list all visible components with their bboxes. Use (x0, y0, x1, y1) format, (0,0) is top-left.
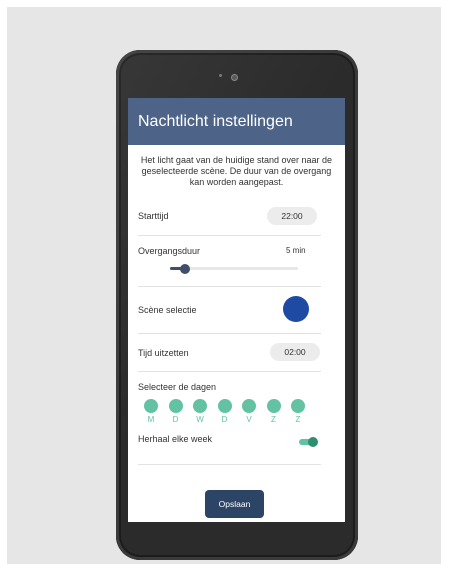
day-label-4: V (246, 415, 252, 424)
start-time-picker[interactable]: 22:00 (267, 207, 317, 225)
day-label-5: Z (271, 415, 276, 424)
day-label-3: D (221, 415, 228, 424)
save-button[interactable]: Opslaan (205, 490, 264, 518)
repeat-toggle-knob[interactable] (308, 437, 318, 447)
day-toggle-4[interactable] (242, 399, 256, 413)
days-row: Selecteer de dagen M D W D V Z Z Herhaal elke … (138, 372, 321, 465)
day-selector: MDWDVZZ (144, 399, 314, 429)
day-label-2: W (196, 415, 204, 424)
day-toggle-5[interactable] (266, 399, 281, 413)
day-toggle-6[interactable] (291, 399, 305, 413)
off-time-row: Tijd uitzetten 02:00 (138, 334, 321, 372)
sensor-icon (219, 74, 222, 77)
camera-icon (231, 74, 238, 81)
transition-label: Overgangsduur (138, 246, 201, 256)
day-label-1: D (172, 415, 179, 424)
repeat-label: Herhaal elke week (138, 434, 213, 444)
off-time-label: Tijd uitzetten (138, 348, 189, 358)
day-toggle-3[interactable] (217, 399, 232, 413)
transition-slider-handle[interactable] (180, 263, 191, 274)
days-label: Selecteer de dagen (138, 382, 217, 392)
start-time-row: Starttijd 22:00 (138, 198, 321, 236)
transition-row: Overgangsduur 5 min (138, 236, 321, 287)
transition-value: 5 min (286, 246, 306, 255)
day-toggle-2[interactable] (193, 399, 207, 413)
app-screen: Nachtlicht instellingen Het licht gaat v… (128, 98, 345, 522)
page-title: Nachtlicht instellingen (128, 98, 345, 145)
day-toggle-1[interactable] (168, 399, 183, 413)
scene-row: Scène selectie (138, 287, 321, 334)
scene-color-swatch[interactable] (283, 296, 309, 322)
start-time-label: Starttijd (138, 211, 169, 221)
day-toggle-0[interactable] (144, 399, 158, 413)
day-label-6: Z (295, 415, 301, 424)
tablet-device: Nachtlicht instellingen Het licht gaat v… (116, 50, 358, 560)
off-time-picker[interactable]: 02:00 (270, 343, 320, 361)
intro-text: Het licht gaat van de huidige stand over… (140, 155, 333, 187)
scene-label: Scène selectie (138, 305, 197, 315)
day-label-0: M (147, 415, 155, 424)
